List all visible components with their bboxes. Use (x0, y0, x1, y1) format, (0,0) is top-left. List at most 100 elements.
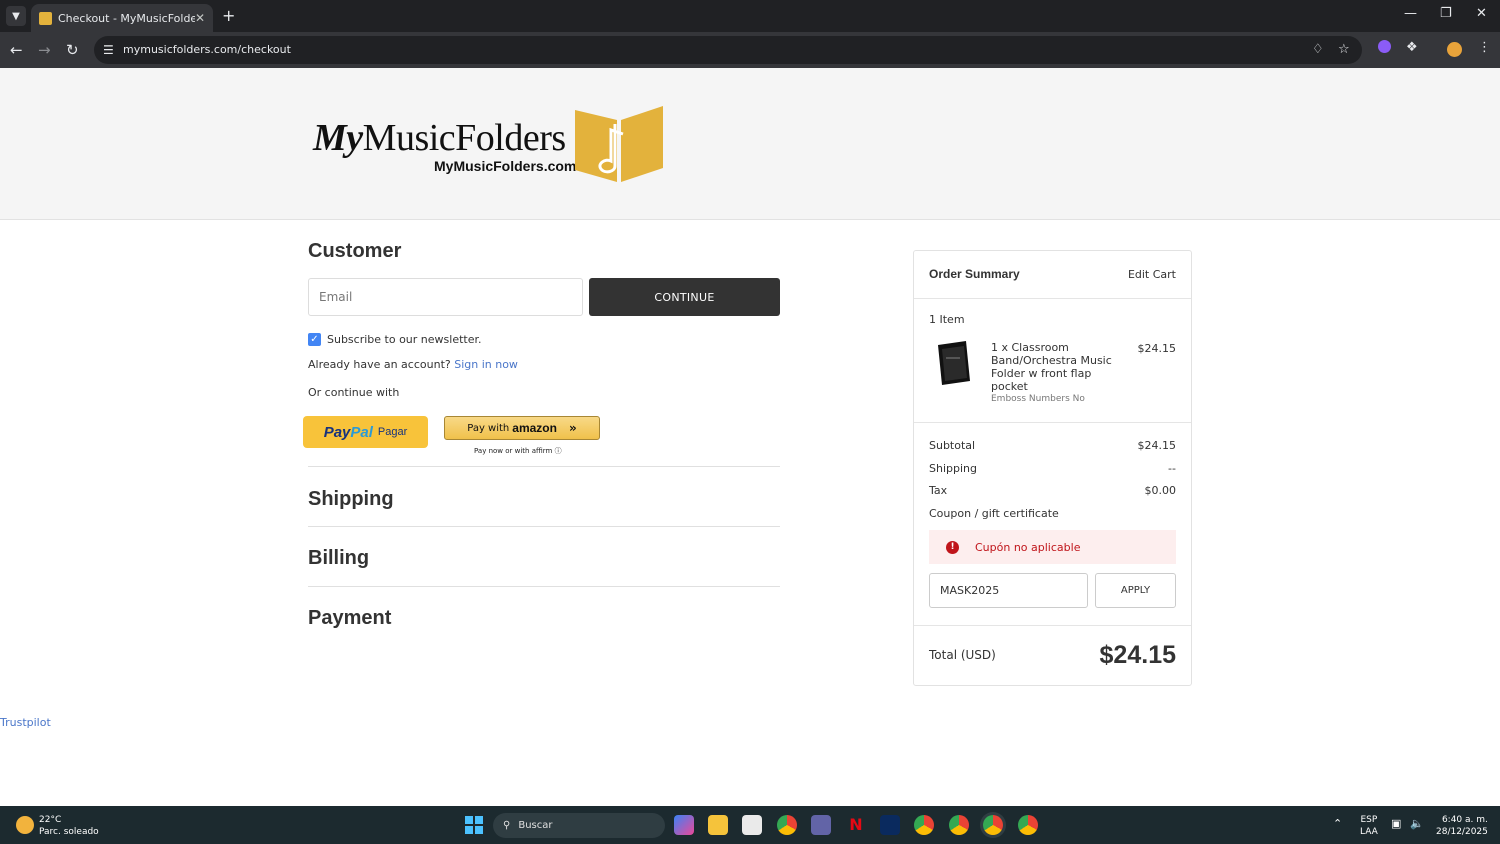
logo-italic-part: My (313, 117, 363, 159)
amazon-prefix: Pay with (467, 422, 510, 434)
order-summary-title: Order Summary (929, 267, 1020, 281)
browser-tab-bar: ▼ Checkout - MyMusicFolders ✕ + — ❐ ✕ (0, 0, 1500, 32)
minimize-icon[interactable]: — (1404, 6, 1417, 21)
section-divider (308, 586, 780, 587)
trustpilot-link[interactable]: Trustpilot (0, 716, 51, 729)
amazon-brand: amazon (512, 421, 557, 435)
shipping-label: Shipping (929, 462, 977, 475)
language-code: ESP (1360, 815, 1378, 825)
info-icon[interactable]: ⓘ (555, 447, 562, 455)
network-icon[interactable]: ▣ (1391, 818, 1401, 830)
extensions-puzzle-icon[interactable]: ❖ (1406, 40, 1418, 55)
teams-icon[interactable] (811, 815, 831, 835)
copilot-icon[interactable] (674, 815, 694, 835)
search-icon: ⚲ (503, 820, 511, 831)
item-option: Emboss Numbers No (991, 394, 1085, 404)
continue-button[interactable]: CONTINUE (589, 278, 780, 316)
item-name: 1 x Classroom Band/Orchestra Music Folde… (991, 341, 1112, 393)
restore-icon[interactable]: ❐ (1440, 6, 1452, 21)
weather-widget[interactable]: 22°C Parc. soleado (39, 814, 99, 838)
paypal-word-a: Pay (323, 423, 351, 441)
chrome-active-icon[interactable] (983, 815, 1003, 835)
windows-start-icon[interactable] (465, 816, 483, 834)
section-divider (308, 466, 780, 467)
volume-icon[interactable]: 🔈 (1410, 818, 1424, 830)
amazon-pay-button[interactable]: Pay with amazon » (444, 416, 600, 440)
site-logo[interactable]: MyMusicFolders MyMusicFolders.com (313, 106, 663, 184)
store-icon[interactable] (742, 815, 762, 835)
translate-icon[interactable]: ♢ (1312, 42, 1324, 57)
menu-kebab-icon[interactable]: ⋮ (1478, 40, 1491, 55)
affirm-note: Pay now or with affirm ⓘ (474, 446, 562, 456)
product-thumbnail[interactable] (934, 341, 974, 385)
coupon-input[interactable] (929, 573, 1088, 608)
edit-cart-link[interactable]: Edit Cart (1128, 268, 1176, 281)
customer-heading: Customer (308, 240, 402, 262)
omnibox[interactable]: ☰ mymusicfolders.com/checkout ♢ ☆ (94, 36, 1362, 64)
clock-time: 6:40 a. m. (1441, 815, 1488, 825)
or-continue-label: Or continue with (308, 386, 400, 399)
newsletter-checkbox[interactable]: ✓ (308, 333, 321, 346)
chrome-profile-icon[interactable] (949, 815, 969, 835)
item-price: $24.15 (1137, 342, 1177, 355)
forward-icon[interactable]: → (38, 41, 51, 59)
windows-taskbar: 22°C Parc. soleado ⚲ Buscar N ⌃ ESP LAA … (0, 806, 1500, 844)
browser-tab[interactable]: Checkout - MyMusicFolders ✕ (31, 4, 213, 32)
site-info-icon[interactable]: ☰ (103, 43, 114, 57)
clock[interactable]: 6:40 a. m. 28/12/2025 (1436, 814, 1488, 838)
shipping-value: -- (1168, 462, 1176, 475)
window-close-icon[interactable]: ✕ (1476, 6, 1487, 21)
address-bar-row: ← → ↻ ☰ mymusicfolders.com/checkout ♢ ☆ … (0, 32, 1500, 68)
file-explorer-icon[interactable] (708, 815, 728, 835)
extension-icon[interactable] (1378, 40, 1391, 53)
email-input[interactable] (308, 278, 583, 316)
paypal-logo: PayPal (324, 424, 373, 441)
account-text: Already have an account? (308, 358, 451, 371)
search-label: Buscar (518, 820, 553, 831)
newsletter-label: Subscribe to our newsletter. (327, 333, 482, 346)
paypal-button[interactable]: PayPal Pagar (303, 416, 428, 448)
chrome-profile-icon[interactable] (1018, 815, 1038, 835)
logo-main-part: MusicFolders (362, 117, 567, 159)
language-indicator[interactable]: ESP LAA (1360, 814, 1378, 838)
logo-wordmark: MyMusicFolders (313, 116, 566, 160)
paypal-pagar-label: Pagar (377, 426, 408, 438)
item-name-line: Band/Orchestra Music (991, 354, 1112, 367)
total-label: Total (USD) (929, 648, 996, 662)
payment-heading: Payment (308, 607, 392, 629)
reload-icon[interactable]: ↻ (66, 41, 79, 59)
disney-plus-icon[interactable] (880, 815, 900, 835)
tax-label: Tax (929, 484, 948, 497)
weather-temp: 22°C (39, 815, 62, 825)
paypal-word-b: Pal (350, 423, 373, 441)
account-prompt: Already have an account? Sign in now (308, 358, 518, 371)
summary-divider (914, 625, 1191, 626)
logo-subtitle: MyMusicFolders.com (434, 158, 577, 174)
total-value: $24.15 (1099, 641, 1176, 669)
taskbar-search[interactable]: ⚲ Buscar (493, 813, 665, 838)
chevron-up-icon[interactable]: ⌃ (1333, 818, 1342, 830)
subtotal-label: Subtotal (929, 439, 976, 452)
weather-icon[interactable] (16, 816, 34, 834)
clock-date: 28/12/2025 (1436, 827, 1488, 837)
bookmark-star-icon[interactable]: ☆ (1338, 42, 1350, 57)
url-text[interactable]: mymusicfolders.com/checkout (123, 43, 291, 56)
close-icon[interactable]: ✕ (195, 11, 205, 25)
checkmark-icon: ✓ (310, 334, 319, 345)
item-name-line: pocket (991, 380, 1028, 393)
back-icon[interactable]: ← (10, 41, 23, 59)
profile-avatar[interactable] (1447, 42, 1462, 57)
tab-list-button[interactable]: ▼ (6, 6, 26, 26)
keyboard-layout: LAA (1360, 827, 1378, 837)
apply-coupon-button[interactable]: APPLY (1095, 573, 1176, 608)
subtotal-value: $24.15 (1137, 439, 1177, 452)
netflix-icon[interactable]: N (846, 815, 866, 835)
chrome-profile-icon[interactable] (914, 815, 934, 835)
new-tab-icon[interactable]: + (222, 6, 235, 25)
coupon-link[interactable]: Coupon / gift certificate (929, 507, 1059, 520)
chrome-icon[interactable] (777, 815, 797, 835)
coupon-error-text: Cupón no aplicable (975, 540, 1081, 554)
item-name-line: 1 x Classroom (991, 341, 1069, 354)
double-chevron-right-icon: » (568, 421, 577, 435)
sign-in-link[interactable]: Sign in now (454, 358, 518, 371)
